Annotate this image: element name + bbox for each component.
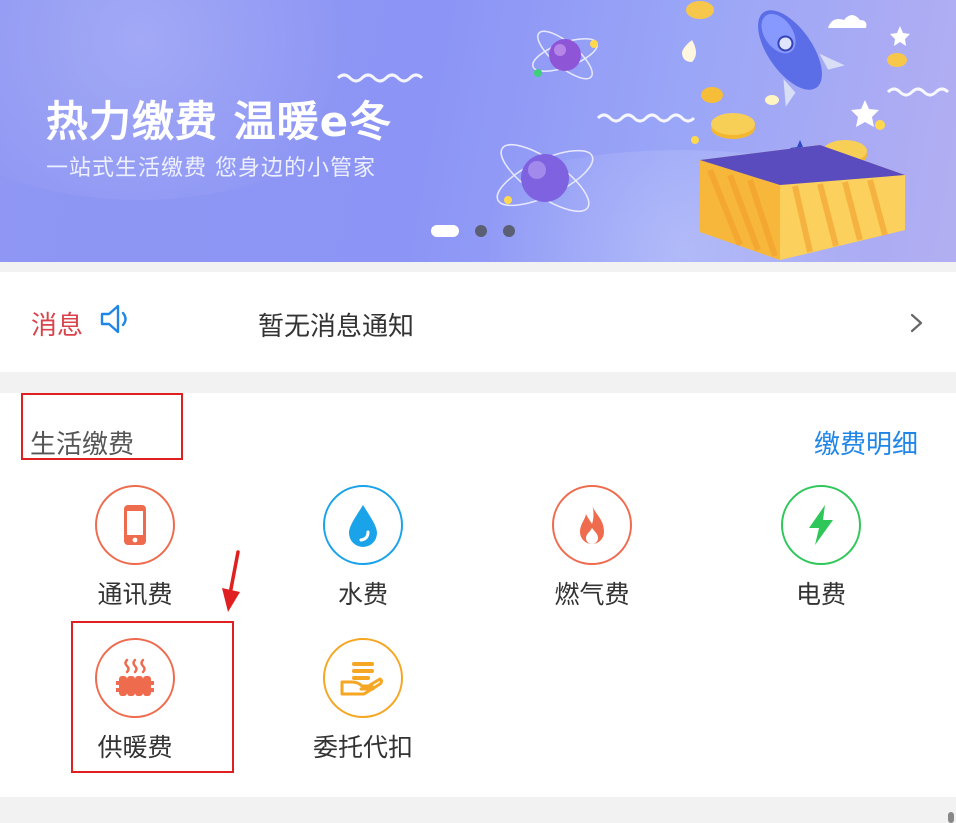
hand-money-icon (323, 638, 403, 718)
promo-banner[interactable]: 热力缴费 温暖e冬 一站式生活缴费 您身边的小管家 (0, 0, 956, 262)
message-text: 暂无消息通知 (258, 312, 415, 342)
chevron-right-icon[interactable] (906, 312, 926, 334)
banner-subtitle: 一站式生活缴费 您身边的小管家 (46, 156, 376, 181)
annotation-arrow-icon (222, 550, 240, 612)
payment-item-water[interactable]: 水费 (283, 485, 443, 615)
payment-item-telecom[interactable]: 通讯费 (55, 485, 215, 615)
lightning-icon (781, 485, 861, 565)
payment-item-label: 通讯费 (97, 580, 173, 609)
payment-item-gas[interactable]: 燃气费 (512, 485, 672, 615)
scrollbar-thumb[interactable] (948, 812, 954, 823)
section-divider (0, 797, 956, 823)
payment-item-label: 燃气费 (554, 580, 630, 609)
carousel-dot[interactable] (503, 225, 515, 237)
payment-item-entrusted-deduction[interactable]: 委托代扣 (283, 638, 443, 768)
payment-item-electricity[interactable]: 电费 (741, 485, 901, 615)
carousel-indicators (431, 225, 515, 237)
phone-icon (95, 485, 175, 565)
payment-item-label: 委托代扣 (312, 733, 413, 762)
payment-details-link[interactable]: 缴费明细 (814, 424, 918, 461)
flame-icon (552, 485, 632, 565)
speaker-icon (100, 304, 127, 334)
message-bar[interactable] (0, 272, 956, 372)
water-drop-icon (323, 485, 403, 565)
payment-item-label: 水费 (337, 580, 388, 609)
annotation-box-heating (71, 621, 234, 773)
payment-item-label: 电费 (795, 580, 846, 609)
message-label: 消息 (31, 311, 84, 341)
carousel-dot-active[interactable] (431, 225, 459, 237)
banner-title: 热力缴费 温暖e冬 (46, 97, 393, 146)
carousel-dot[interactable] (475, 225, 487, 237)
app-page: 热力缴费 温暖e冬 一站式生活缴费 您身边的小管家 消息 暂无消息通知 生活缴费… (0, 0, 956, 823)
annotation-box-section-title (21, 393, 183, 460)
